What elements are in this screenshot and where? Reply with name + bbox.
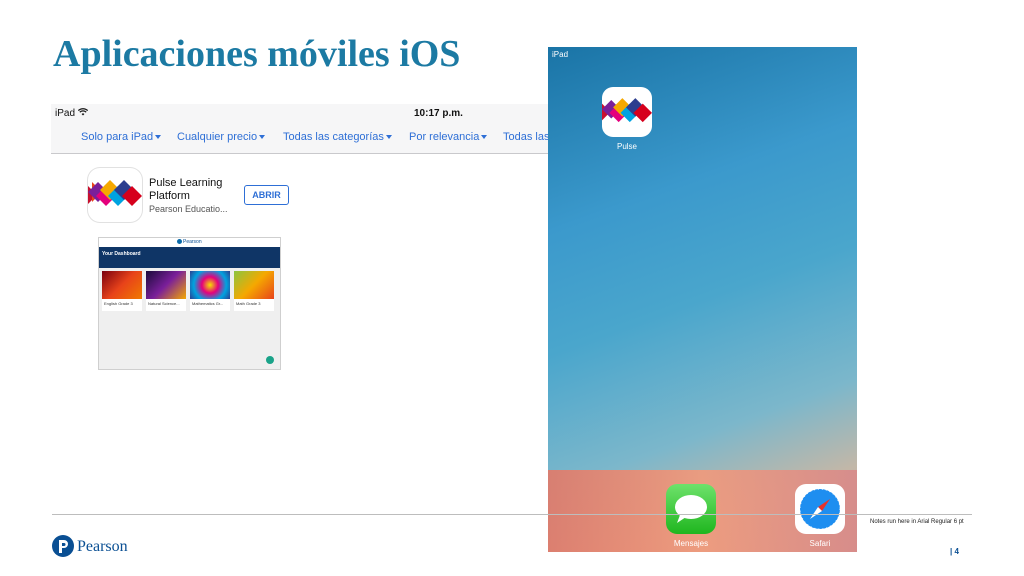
filter-all[interactable]: Todas las	[503, 131, 548, 143]
clock: 10:17 p.m.	[414, 108, 463, 119]
slide-notes: Notes run here in Arial Regular 6 pt	[870, 519, 964, 525]
app-preview-screenshot[interactable]: Pearson Your Dashboard English Grade 3 N…	[98, 237, 281, 370]
open-button[interactable]: ABRIR	[244, 185, 289, 205]
caret-down-icon	[481, 135, 488, 140]
brand-name: Pearson	[77, 538, 128, 555]
wifi-icon	[78, 108, 88, 116]
filter-category[interactable]: Todas las categorías	[283, 131, 392, 143]
chat-fab-icon	[266, 356, 274, 364]
messages-app-icon[interactable]	[666, 484, 716, 534]
filter-price[interactable]: Cualquier precio	[177, 131, 266, 143]
course-card: Mathematics Gr...	[190, 271, 230, 311]
course-card: English Grade 3	[102, 271, 142, 311]
ipad-home-screen: iPad Pulse Mensajes Safari	[548, 47, 857, 552]
footer-divider	[52, 514, 972, 515]
pearson-logo-icon	[52, 535, 74, 557]
device-label: iPad	[55, 108, 76, 119]
pulse-app-icon[interactable]	[88, 168, 142, 222]
filter-sort[interactable]: Por relevancia	[409, 131, 488, 143]
pearson-logo-icon	[177, 239, 182, 245]
status-bar: iPad 10:17 p.m.	[51, 104, 548, 122]
course-card: Natural Science...	[146, 271, 186, 311]
app-developer: Pearson Educatio...	[149, 204, 228, 214]
course-card: Math Grade 3	[234, 271, 274, 311]
caret-down-icon	[155, 135, 162, 140]
app-name[interactable]: Pulse Learning Platform	[149, 177, 239, 203]
caret-down-icon	[259, 135, 266, 140]
caret-down-icon	[385, 135, 392, 140]
filter-device[interactable]: Solo para iPad	[81, 131, 162, 143]
preview-logo: Pearson	[177, 239, 202, 245]
filter-bar: Solo para iPad Cualquier precio Todas la…	[51, 122, 548, 154]
messages-app-label: Mensajes	[673, 539, 709, 548]
app-store-screenshot: iPad 10:17 p.m. Solo para iPad Cualquier…	[51, 104, 548, 384]
safari-app-icon[interactable]	[795, 484, 845, 534]
pulse-app-label: Pulse	[616, 142, 637, 151]
ipad-status-label: iPad	[552, 50, 569, 59]
safari-app-label: Safari	[809, 539, 831, 548]
preview-heading: Your Dashboard	[102, 251, 141, 257]
slide-title: Aplicaciones móviles iOS	[53, 33, 461, 75]
pulse-app-icon[interactable]	[602, 87, 652, 137]
page-number: | 4	[950, 547, 959, 556]
